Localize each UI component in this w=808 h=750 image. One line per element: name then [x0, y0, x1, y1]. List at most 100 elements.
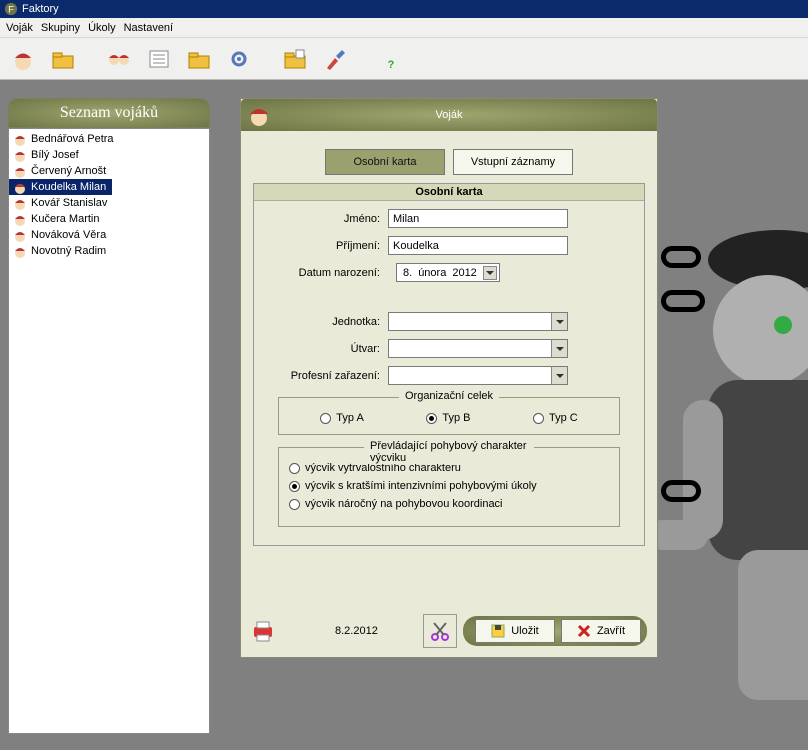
gear-icon — [226, 46, 252, 72]
list-item-label: Koudelka Milan — [31, 181, 106, 193]
button-bar: Uložit Zavřít — [463, 616, 647, 646]
workspace: Seznam vojáků Bednářová Petra Bílý Josef… — [0, 80, 808, 750]
tools-icon — [322, 46, 348, 72]
list-item[interactable]: Novotný Radim — [9, 243, 209, 259]
training-opt3[interactable]: výcvik náročný na pohybovou koordinaci — [289, 498, 609, 510]
list-item-label: Červený Arnošt — [31, 165, 106, 177]
dialog-title: Voják — [241, 99, 657, 131]
firstname-input[interactable] — [388, 209, 568, 228]
training-fieldset: Převládající pohybový charakter výcviku … — [278, 447, 620, 527]
app-icon: F — [4, 2, 18, 16]
birthdate-picker[interactable]: 8. února 2012 — [396, 263, 500, 282]
chevron-down-icon — [551, 340, 567, 357]
soldier-list[interactable]: Bednářová Petra Bílý Josef Červený Arnoš… — [8, 128, 210, 734]
soldier-group-icon — [106, 46, 132, 72]
list-item-label: Nováková Věra — [31, 229, 106, 241]
org-type-a[interactable]: Typ A — [320, 412, 364, 424]
list-item-label: Kučera Martin — [31, 213, 99, 225]
close-x-icon — [577, 624, 591, 638]
tb-folder3-button[interactable] — [278, 42, 312, 76]
profession-combo[interactable] — [388, 366, 568, 385]
menubar: Voják Skupiny Úkoly Nastavení — [0, 18, 808, 38]
list-item[interactable]: Kovář Stanislav — [9, 195, 209, 211]
folder-icon — [186, 46, 212, 72]
tb-help-button[interactable]: ? — [374, 42, 408, 76]
label-profession: Profesní zařazení: — [268, 370, 388, 382]
soldier-face-icon — [10, 46, 36, 72]
tb-list-button[interactable] — [142, 42, 176, 76]
birth-day: 8. — [403, 267, 412, 279]
bg-shape-2 — [661, 282, 705, 320]
training-opt2[interactable]: výcvik s kratšími intenzivními pohybovým… — [289, 480, 609, 492]
folder-icon — [50, 46, 76, 72]
soldier-list-panel: Seznam vojáků Bednářová Petra Bílý Josef… — [8, 98, 210, 734]
soldier-face-icon — [247, 103, 271, 127]
list-item-label: Kovář Stanislav — [31, 197, 107, 209]
toolbar: ? — [0, 38, 808, 80]
menu-nastaveni[interactable]: Nastavení — [124, 22, 174, 34]
tab-personal[interactable]: Osobní karta — [325, 149, 445, 175]
close-button[interactable]: Zavřít — [561, 619, 641, 643]
folder-open-icon — [282, 46, 308, 72]
birth-month: února — [418, 267, 446, 279]
window-title: Faktory — [22, 3, 59, 15]
label-formation: Útvar: — [268, 343, 388, 355]
org-type-c[interactable]: Typ C — [533, 412, 578, 424]
soldier-face-icon — [13, 148, 27, 162]
panel-title: Osobní karta — [254, 184, 644, 201]
printer-icon[interactable] — [251, 619, 275, 643]
label-lastname: Příjmení: — [268, 240, 388, 252]
formation-combo[interactable] — [388, 339, 568, 358]
soldier-face-icon — [13, 180, 27, 194]
tb-tools-button[interactable] — [318, 42, 352, 76]
list-item[interactable]: Bednářová Petra — [9, 131, 209, 147]
list-item-label: Bednářová Petra — [31, 133, 114, 145]
birth-year: 2012 — [452, 267, 476, 279]
org-fieldset: Organizační celek Typ A Typ B Typ C — [278, 397, 620, 435]
tab-entries[interactable]: Vstupní záznamy — [453, 149, 573, 175]
lastname-input[interactable] — [388, 236, 568, 255]
chevron-down-icon — [551, 313, 567, 330]
soldier-face-icon — [13, 244, 27, 258]
tb-soldier-button[interactable] — [6, 42, 40, 76]
save-disk-icon — [491, 624, 505, 638]
personal-panel: Osobní karta Jméno: Příjmení: Datum naro… — [253, 183, 645, 546]
list-item[interactable]: Kučera Martin — [9, 211, 209, 227]
list-item[interactable]: Červený Arnošt — [9, 163, 209, 179]
bg-shape-3 — [661, 472, 701, 510]
list-icon — [146, 46, 172, 72]
org-type-b[interactable]: Typ B — [426, 412, 470, 424]
label-birthdate: Datum narození: — [268, 267, 388, 279]
label-firstname: Jméno: — [268, 213, 388, 225]
list-item-label: Novotný Radim — [31, 245, 106, 257]
chevron-down-icon[interactable] — [483, 266, 497, 280]
tb-settings-button[interactable] — [222, 42, 256, 76]
soldier-face-icon — [13, 164, 27, 178]
org-legend: Organizační celek — [399, 390, 499, 402]
list-item-label: Bílý Josef — [31, 149, 79, 161]
footer-date: 8.2.2012 — [335, 625, 378, 637]
label-unit: Jednotka: — [268, 316, 388, 328]
cut-button[interactable] — [423, 614, 457, 648]
window-titlebar: F Faktory — [0, 0, 808, 18]
chevron-down-icon — [551, 367, 567, 384]
list-item[interactable]: Bílý Josef — [9, 147, 209, 163]
list-item-selected[interactable]: Koudelka Milan — [9, 179, 112, 195]
menu-ukoly[interactable]: Úkoly — [88, 22, 116, 34]
soldier-dialog: Voják Osobní karta Vstupní záznamy Osobn… — [240, 98, 658, 658]
soldier-face-icon — [13, 228, 27, 242]
list-item[interactable]: Nováková Věra — [9, 227, 209, 243]
soldier-face-icon — [13, 132, 27, 146]
soldier-face-icon — [13, 196, 27, 210]
save-button[interactable]: Uložit — [475, 619, 555, 643]
tb-folder2-button[interactable] — [182, 42, 216, 76]
menu-vojak[interactable]: Voják — [6, 22, 33, 34]
training-legend: Převládající pohybový charakter výcviku — [364, 440, 534, 464]
soldier-face-icon — [13, 212, 27, 226]
tb-folder1-button[interactable] — [46, 42, 80, 76]
unit-combo[interactable] — [388, 312, 568, 331]
svg-text:?: ? — [388, 59, 395, 71]
dialog-tabs: Osobní karta Vstupní záznamy — [241, 149, 657, 175]
tb-group-button[interactable] — [102, 42, 136, 76]
menu-skupiny[interactable]: Skupiny — [41, 22, 80, 34]
